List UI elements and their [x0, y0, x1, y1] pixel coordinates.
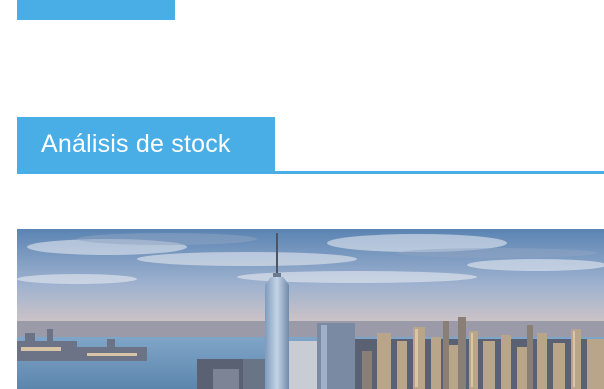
section-divider [17, 171, 604, 174]
skyline-illustration [17, 229, 604, 389]
page: Análisis de stock [0, 0, 604, 389]
section-title: Análisis de stock [41, 130, 231, 158]
previous-section-tab [17, 0, 175, 20]
section-title-tab: Análisis de stock [17, 117, 275, 174]
section-header: Análisis de stock [17, 117, 604, 177]
hero-image [17, 229, 604, 389]
